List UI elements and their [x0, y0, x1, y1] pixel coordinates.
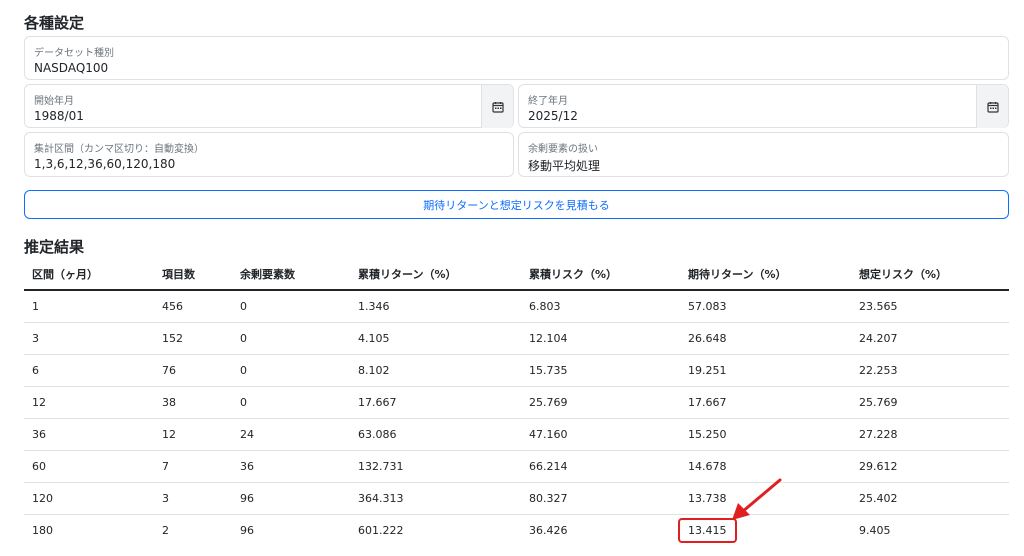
cell: 25.402	[851, 482, 1009, 515]
results-table: 区間（ヶ月） 項目数 余剰要素数 累積リターン（%） 累積リスク（%） 期待リタ…	[24, 258, 1009, 546]
cell: 4.105	[350, 322, 521, 355]
end-month-label: 終了年月	[528, 96, 568, 107]
cell: 120	[24, 482, 154, 515]
cell: 0	[232, 354, 350, 387]
dataset-value: NASDAQ100	[34, 61, 109, 75]
cell: 9.405	[859, 523, 891, 537]
cell: 132.731	[350, 450, 521, 483]
annotation-arrow-icon	[732, 478, 782, 520]
estimate-button[interactable]: 期待リターンと想定リスクを見積もる	[24, 190, 1009, 219]
cell: 12	[24, 386, 154, 419]
end-calendar-button[interactable]	[976, 85, 1008, 128]
table-header-row: 区間（ヶ月） 項目数 余剰要素数 累積リターン（%） 累積リスク（%） 期待リタ…	[24, 258, 1009, 291]
cell: 47.160	[521, 418, 680, 451]
table-row: 120 3 96 364.313 80.327 13.738 25.402	[24, 482, 1009, 515]
cell: 6.803	[521, 290, 680, 323]
cell: 1.346	[350, 290, 521, 323]
cell: 2	[162, 523, 169, 537]
remainder-label: 余剰要素の扱い	[528, 144, 598, 155]
cell: 15.735	[521, 354, 680, 387]
remainder-value: 移動平均処理	[528, 159, 601, 173]
cell: 26.648	[680, 322, 851, 355]
cell: 0	[232, 322, 350, 355]
cell: 8.102	[350, 354, 521, 387]
table-row: 36 12 24 63.086 47.160 15.250 27.228	[24, 418, 1009, 451]
settings-heading: 各種設定	[24, 14, 85, 32]
start-calendar-button[interactable]	[481, 85, 513, 128]
table-row: 60 7 36 132.731 66.214 14.678 29.612	[24, 450, 1009, 483]
table-row: 6 76 0 8.102 15.735 19.251 22.253	[24, 354, 1009, 387]
cell: 17.667	[680, 386, 851, 419]
cell: 19.251	[680, 354, 851, 387]
cell: 3	[154, 482, 232, 515]
cell: 63.086	[350, 418, 521, 451]
cell: 364.313	[350, 482, 521, 515]
end-month-field[interactable]: 終了年月 2025/12	[518, 84, 1009, 128]
cell: 601.222	[358, 523, 404, 537]
cell: 27.228	[851, 418, 1009, 451]
cell: 36	[24, 418, 154, 451]
cell: 15.250	[680, 418, 851, 451]
calendar-icon	[986, 101, 999, 113]
cell: 6	[24, 354, 154, 387]
table-row: 3 152 0 4.105 12.104 26.648 24.207	[24, 322, 1009, 355]
cell: 36.426	[529, 523, 568, 537]
cell: 57.083	[680, 290, 851, 323]
table-row: 1 456 0 1.346 6.803 57.083 23.565	[24, 290, 1009, 323]
col-remainder: 余剰要素数	[232, 258, 350, 291]
col-exp-risk: 想定リスク（%）	[851, 258, 1009, 291]
cell: 1	[24, 290, 154, 323]
cell: 7	[154, 450, 232, 483]
remainder-select[interactable]: 余剰要素の扱い 移動平均処理	[518, 132, 1009, 177]
cell: 22.253	[851, 354, 1009, 387]
cell: 180	[32, 523, 53, 537]
dataset-label: データセット種別	[34, 48, 114, 59]
intervals-input[interactable]: 集計区間（カンマ区切り：自動変換） 1,3,6,12,36,60,120,180	[24, 132, 514, 177]
cell: 96	[232, 482, 350, 515]
col-cum-return: 累積リターン（%）	[350, 258, 521, 291]
cell: 23.565	[851, 290, 1009, 323]
results-heading: 推定結果	[24, 238, 85, 256]
cell: 96	[240, 523, 254, 537]
table-row: 12 38 0 17.667 25.769 17.667 25.769	[24, 386, 1009, 419]
dataset-select[interactable]: データセット種別 NASDAQ100	[24, 36, 1009, 80]
col-count: 項目数	[154, 258, 232, 291]
cell: 0	[232, 386, 350, 419]
col-cum-risk: 累積リスク（%）	[521, 258, 680, 291]
cell: 38	[154, 386, 232, 419]
cell: 25.769	[521, 386, 680, 419]
cell: 80.327	[521, 482, 680, 515]
col-interval: 区間（ヶ月）	[24, 258, 154, 291]
intervals-value: 1,3,6,12,36,60,120,180	[34, 157, 176, 171]
start-month-field[interactable]: 開始年月 1988/01	[24, 84, 514, 128]
cell: 3	[24, 322, 154, 355]
cell: 36	[232, 450, 350, 483]
cell: 24.207	[851, 322, 1009, 355]
cell: 66.214	[521, 450, 680, 483]
cell: 12.104	[521, 322, 680, 355]
cell: 76	[154, 354, 232, 387]
cell: 17.667	[350, 386, 521, 419]
cell: 60	[24, 450, 154, 483]
col-exp-return: 期待リターン（%）	[680, 258, 851, 291]
cell: 152	[154, 322, 232, 355]
intervals-label: 集計区間（カンマ区切り：自動変換）	[34, 144, 204, 155]
cell: 12	[154, 418, 232, 451]
cell: 25.769	[851, 386, 1009, 419]
cell: 456	[154, 290, 232, 323]
end-month-value: 2025/12	[528, 109, 578, 123]
calendar-icon	[491, 101, 504, 113]
cell: 24	[232, 418, 350, 451]
start-month-label: 開始年月	[34, 96, 74, 107]
cell: 0	[232, 290, 350, 323]
cell: 29.612	[851, 450, 1009, 483]
table-row: 180 2 96 601.222 36.426 13.415 9.405	[24, 514, 1009, 546]
start-month-value: 1988/01	[34, 109, 84, 123]
